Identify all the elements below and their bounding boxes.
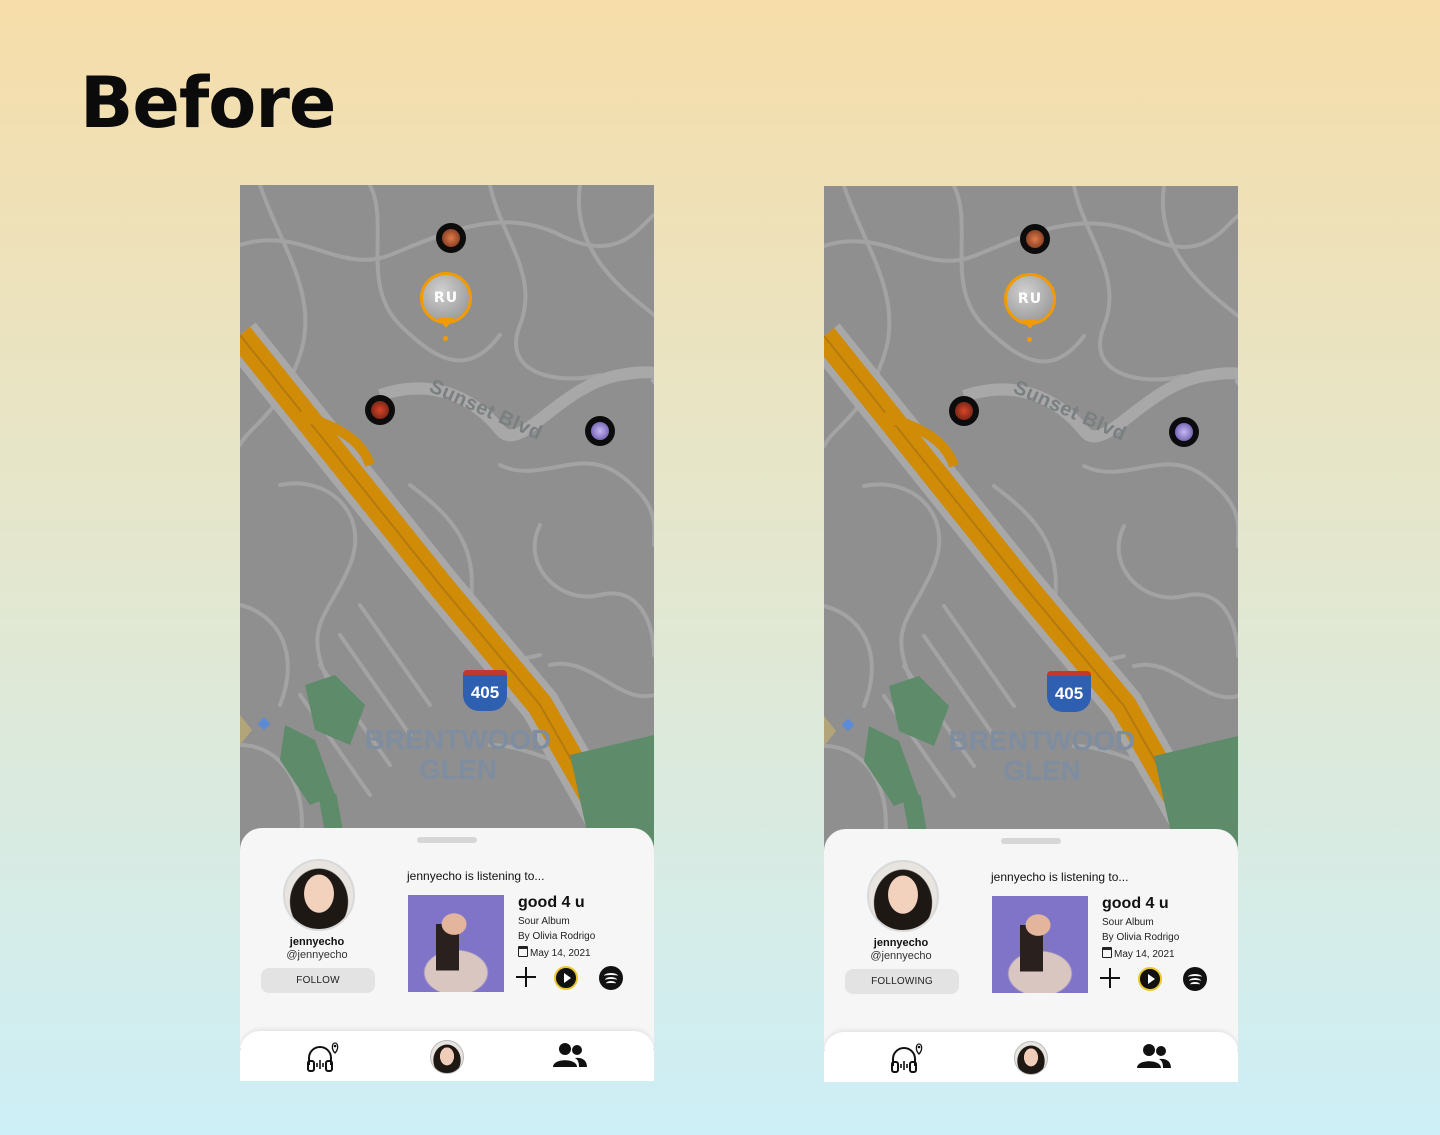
friend-pin-3[interactable] [1169, 417, 1199, 447]
phone-screen-before: Sunset Blvd 405 BRENTWOOD GLEN RU jennye… [240, 185, 654, 1081]
tab-profile-avatar[interactable] [1014, 1041, 1048, 1075]
profile-handle: @jennyecho [286, 949, 348, 961]
album-cover[interactable] [992, 896, 1088, 993]
artist-name: By Olivia Rodrigo [518, 931, 596, 942]
map-view[interactable]: Sunset Blvd 405 BRENTWOOD GLEN RU [240, 185, 654, 845]
pin-dot [1027, 337, 1032, 342]
play-icon[interactable] [554, 966, 578, 990]
highway-405-shield: 405 [463, 670, 507, 711]
current-user-pin[interactable]: RU [1004, 273, 1056, 343]
friend-pin-1[interactable] [1020, 224, 1050, 254]
map-view[interactable]: Sunset Blvd 405 BRENTWOOD GLEN RU [824, 186, 1238, 846]
area-label: BRENTWOOD GLEN [350, 725, 566, 785]
following-button[interactable]: FOLLOWING [845, 969, 959, 994]
headphones-map-icon[interactable] [306, 1041, 340, 1073]
user-initials-badge: RU [420, 272, 472, 324]
friend-pin-1[interactable] [436, 223, 466, 253]
friends-icon[interactable] [1137, 1043, 1171, 1069]
page-title: Before [80, 62, 336, 144]
profile-username: jennyecho [873, 937, 929, 949]
current-user-pin[interactable]: RU [420, 272, 472, 342]
release-date-text: May 14, 2021 [1114, 949, 1175, 960]
song-title: good 4 u [518, 894, 585, 911]
bottom-sheet[interactable]: jennyecho @jennyecho FOLLOWING jennyecho… [824, 829, 1238, 1049]
profile-handle: @jennyecho [870, 950, 932, 962]
spotify-icon[interactable] [599, 966, 623, 990]
phone-screen-after: Sunset Blvd 405 BRENTWOOD GLEN RU jennye… [824, 186, 1238, 1082]
artist-name: By Olivia Rodrigo [1102, 932, 1180, 943]
album-name: Sour Album [518, 916, 570, 927]
pin-dot [443, 336, 448, 341]
pin-tail [438, 318, 454, 328]
spotify-icon[interactable] [1183, 967, 1207, 991]
release-date: May 14, 2021 [518, 946, 591, 959]
friends-icon[interactable] [553, 1042, 587, 1068]
headphones-map-icon[interactable] [890, 1042, 924, 1074]
bottom-sheet[interactable]: jennyecho @jennyecho FOLLOW jennyecho is… [240, 828, 654, 1048]
area-label-line2: GLEN [419, 754, 497, 785]
calendar-icon [1102, 947, 1112, 958]
area-label-line1: BRENTWOOD [364, 724, 552, 755]
listening-heading: jennyecho is listening to... [991, 870, 1129, 884]
area-label-line2: GLEN [1003, 755, 1081, 786]
song-title: good 4 u [1102, 895, 1169, 912]
tab-profile-avatar[interactable] [430, 1040, 464, 1074]
listening-heading: jennyecho is listening to... [407, 869, 545, 883]
calendar-icon [518, 946, 528, 957]
profile-username: jennyecho [289, 936, 345, 948]
friend-pin-2[interactable] [949, 396, 979, 426]
album-cover[interactable] [408, 895, 504, 992]
tab-bar [240, 1031, 654, 1081]
highway-405-label: 405 [470, 683, 500, 702]
highway-405-shield: 405 [1047, 671, 1091, 712]
area-label: BRENTWOOD GLEN [934, 726, 1150, 786]
profile-avatar[interactable] [867, 860, 939, 932]
tab-bar [824, 1032, 1238, 1082]
release-date-text: May 14, 2021 [530, 948, 591, 959]
area-label-line1: BRENTWOOD [948, 725, 1136, 756]
release-date: May 14, 2021 [1102, 947, 1175, 960]
follow-button[interactable]: FOLLOW [261, 968, 375, 993]
plus-icon[interactable] [1098, 966, 1122, 990]
friend-pin-2[interactable] [365, 395, 395, 425]
album-name: Sour Album [1102, 917, 1154, 928]
pin-tail [1022, 319, 1038, 329]
highway-405-label: 405 [1054, 684, 1084, 703]
plus-icon[interactable] [514, 965, 538, 989]
friend-pin-3[interactable] [585, 416, 615, 446]
profile-avatar[interactable] [283, 859, 355, 931]
play-icon[interactable] [1138, 967, 1162, 991]
sheet-drag-handle[interactable] [417, 837, 477, 843]
user-initials-badge: RU [1004, 273, 1056, 325]
sheet-drag-handle[interactable] [1001, 838, 1061, 844]
